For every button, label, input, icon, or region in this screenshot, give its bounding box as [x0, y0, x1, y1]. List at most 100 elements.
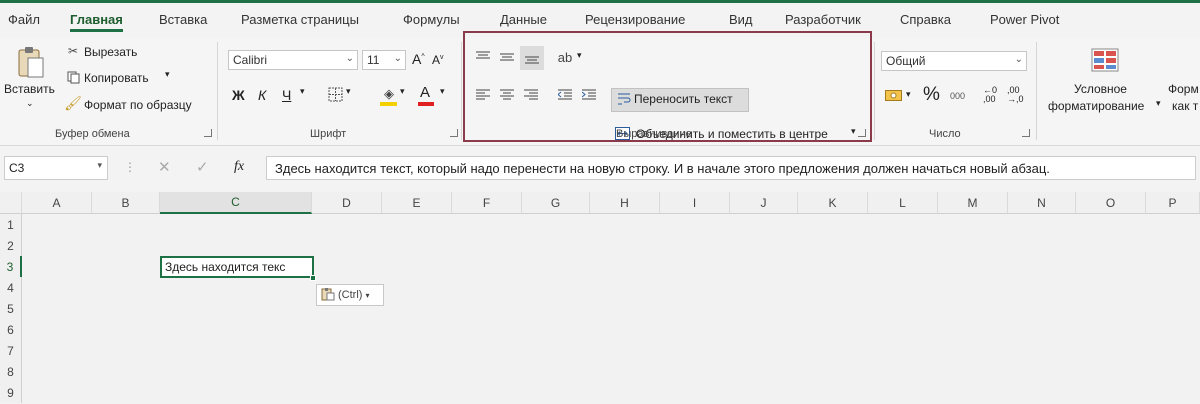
decrease-font-icon[interactable]: Av [432, 53, 444, 67]
paste-icon[interactable] [14, 44, 48, 80]
number-group-label: Число [929, 128, 961, 140]
column-header-i[interactable]: I [660, 192, 730, 214]
increase-font-icon[interactable]: A^ [412, 51, 425, 67]
increase-decimal-icon[interactable]: ←0,00 [983, 86, 997, 104]
format-as-table-button[interactable]: как т [1172, 99, 1198, 113]
alignment-highlight-frame [463, 31, 872, 142]
font-name-value: Calibri [233, 53, 268, 67]
tab-help[interactable]: Справка [900, 12, 951, 27]
row-header-6[interactable]: 6 [0, 319, 22, 340]
conditional-dropdown-icon[interactable]: ▾ [1156, 98, 1161, 109]
cell-text: Здесь находится текс [165, 260, 286, 274]
font-color-swatch [418, 102, 434, 106]
insert-function-icon[interactable]: fx [234, 159, 244, 175]
italic-button[interactable]: К [258, 87, 266, 103]
column-header-m[interactable]: M [938, 192, 1008, 214]
tab-insert[interactable]: Вставка [159, 12, 207, 27]
clipboard-launcher-icon[interactable] [204, 129, 212, 137]
fill-color-icon[interactable]: ◈ [380, 84, 398, 104]
row-header-8[interactable]: 8 [0, 361, 22, 382]
name-box-value: C3 [9, 161, 25, 175]
tab-data[interactable]: Данные [500, 12, 547, 27]
borders-dropdown-icon[interactable]: ▾ [346, 86, 351, 97]
column-header-n[interactable]: N [1008, 192, 1076, 214]
conditional-formatting-button[interactable]: форматирование [1048, 99, 1144, 113]
font-size-select[interactable]: 11 ⌄ [362, 50, 406, 70]
format-painter-icon: 🖌 [64, 94, 82, 111]
column-header-c[interactable]: C [160, 192, 312, 214]
column-header-o[interactable]: O [1076, 192, 1146, 214]
column-header-l[interactable]: L [868, 192, 938, 214]
tab-file[interactable]: Файл [8, 12, 40, 27]
font-launcher-icon[interactable] [450, 129, 458, 137]
underline-button[interactable]: Ч [282, 87, 291, 103]
group-divider [461, 42, 462, 140]
formula-bar: C3 ▾ ⋮ ✕ ✓ fx Здесь находится текст, кот… [0, 152, 1200, 184]
tab-view[interactable]: Вид [729, 12, 753, 27]
column-header-e[interactable]: E [382, 192, 452, 214]
number-launcher-icon[interactable] [1022, 129, 1030, 137]
paste-dropdown-icon[interactable]: ⌄ [26, 98, 34, 109]
conditional-formatting-icon[interactable] [1090, 46, 1120, 74]
row-header-3[interactable]: 3 [0, 256, 22, 277]
number-format-select[interactable]: Общий ⌄ [881, 51, 1027, 71]
column-header-b[interactable]: B [92, 192, 160, 214]
fill-color-dropdown-icon[interactable]: ▾ [400, 86, 405, 97]
chevron-down-icon: ⌄ [345, 53, 354, 64]
currency-dropdown-icon[interactable]: ▾ [906, 89, 911, 100]
currency-icon[interactable] [884, 88, 904, 104]
row-header-5[interactable]: 5 [0, 298, 22, 319]
formula-input[interactable]: Здесь находится текст, который надо пере… [266, 156, 1196, 180]
copy-button[interactable]: Копировать [84, 71, 149, 85]
column-header-a[interactable]: A [22, 192, 92, 214]
thousands-separator-icon[interactable]: 000 [950, 91, 965, 101]
column-header-d[interactable]: D [312, 192, 382, 214]
column-header-p[interactable]: P [1146, 192, 1200, 214]
copy-dropdown-icon[interactable]: ▾ [165, 69, 170, 80]
row-header-4[interactable]: 4 [0, 277, 22, 298]
cancel-icon[interactable]: ✕ [158, 158, 171, 176]
decrease-decimal-icon[interactable]: ,00 →,0 [1007, 86, 1024, 104]
column-header-f[interactable]: F [452, 192, 522, 214]
font-color-icon[interactable]: A [420, 84, 430, 101]
underline-dropdown-icon[interactable]: ▾ [300, 86, 305, 97]
tab-page-layout[interactable]: Разметка страницы [241, 12, 359, 27]
font-size-value: 11 [367, 53, 380, 67]
format-painter-button[interactable]: Формат по образцу [84, 98, 192, 112]
column-header-j[interactable]: J [730, 192, 798, 214]
copy-icon [66, 70, 80, 84]
select-all-corner[interactable] [0, 192, 22, 214]
name-box[interactable]: C3 ▾ [4, 156, 108, 180]
more-options-icon: ⋮ [124, 160, 136, 174]
clipboard-icon [321, 287, 335, 304]
font-group-label: Шрифт [310, 128, 347, 140]
enter-icon[interactable]: ✓ [196, 158, 209, 176]
row-header-9[interactable]: 9 [0, 382, 22, 403]
active-cell-c3[interactable]: Здесь находится текс [160, 256, 314, 278]
bold-button[interactable]: Ж [232, 87, 245, 103]
font-name-select[interactable]: Calibri ⌄ [228, 50, 358, 70]
fill-handle[interactable] [310, 275, 316, 281]
tab-developer[interactable]: Разработчик [785, 12, 861, 27]
tab-review[interactable]: Рецензирование [585, 12, 685, 27]
paste-button[interactable]: Вставить [4, 82, 55, 96]
chevron-down-icon[interactable]: ▾ [97, 160, 102, 171]
worksheet-grid[interactable]: A B C D E F G H I J K L M N O P 1 2 3 4 … [0, 192, 1200, 404]
format-as-table-line1[interactable]: Форм [1168, 82, 1199, 96]
column-header-h[interactable]: H [590, 192, 660, 214]
cut-button[interactable]: Вырезать [84, 45, 137, 59]
paste-options-label: (Ctrl) [338, 289, 363, 301]
conditional-formatting-line1[interactable]: Условное [1074, 82, 1127, 96]
column-header-g[interactable]: G [522, 192, 590, 214]
tab-formulas[interactable]: Формулы [403, 12, 460, 27]
tab-power-pivot[interactable]: Power Pivot [990, 12, 1059, 27]
tab-home[interactable]: Главная [70, 12, 123, 32]
paste-options-button[interactable]: (Ctrl) ▾ [316, 284, 384, 306]
font-color-dropdown-icon[interactable]: ▾ [440, 86, 445, 97]
row-header-7[interactable]: 7 [0, 340, 22, 361]
row-header-2[interactable]: 2 [0, 235, 22, 256]
row-header-1[interactable]: 1 [0, 214, 22, 235]
percent-icon[interactable]: % [923, 84, 940, 106]
borders-icon[interactable] [326, 85, 344, 103]
column-header-k[interactable]: K [798, 192, 868, 214]
